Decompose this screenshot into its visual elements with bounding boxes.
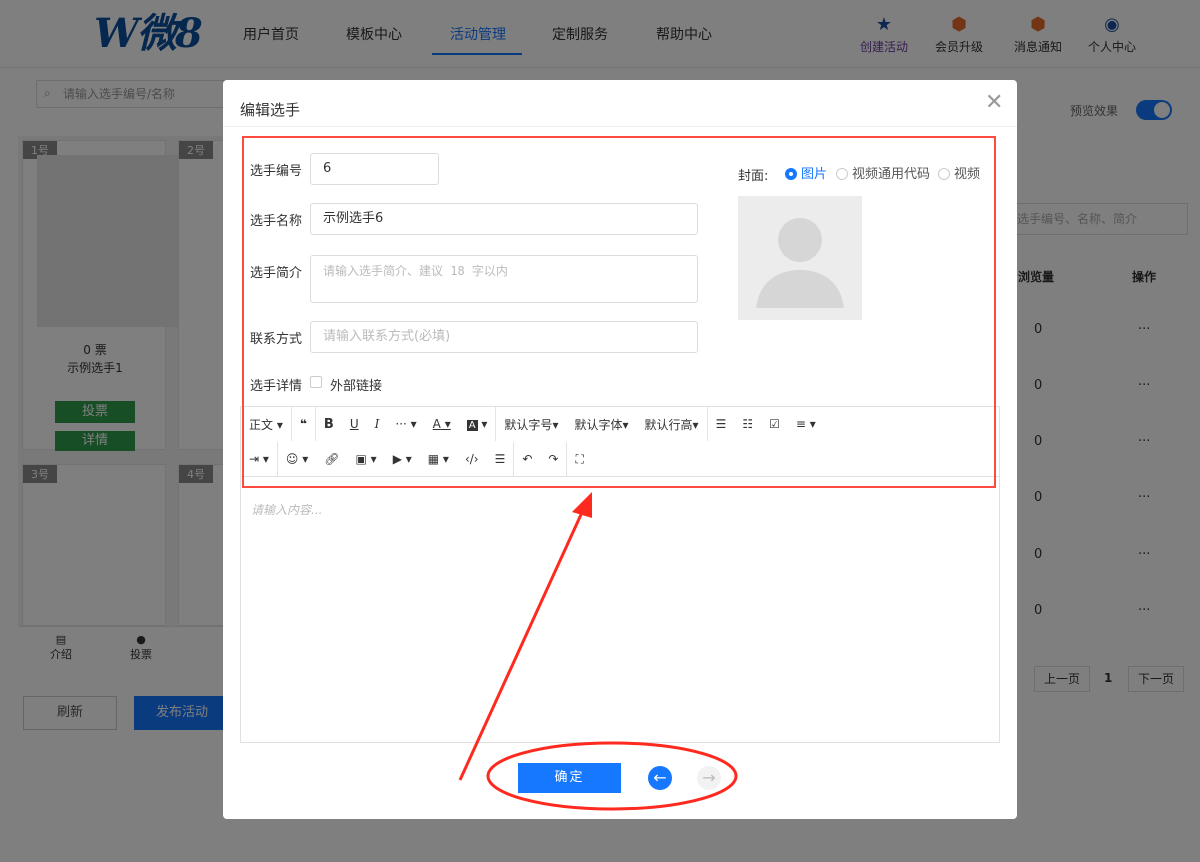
arrow-head	[572, 492, 592, 518]
highlight-ellipse	[486, 741, 738, 811]
annotation-arrow	[458, 507, 586, 781]
annotation-layer	[458, 492, 738, 811]
